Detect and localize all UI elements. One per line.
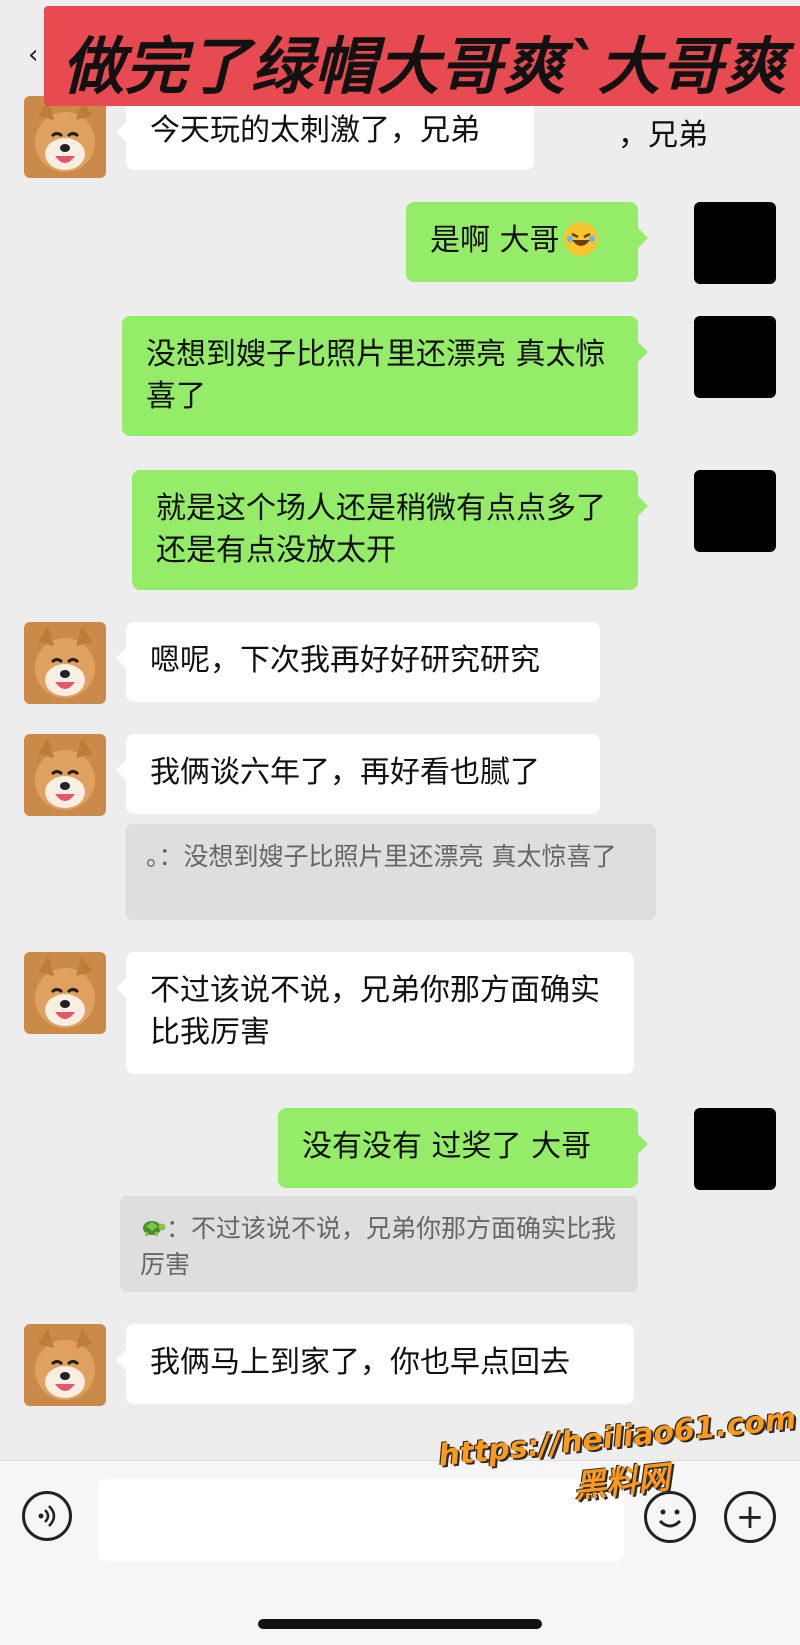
message-bubble-outgoing[interactable]: 没有没有 过奖了 大哥: [278, 1108, 648, 1188]
plus-icon[interactable]: +: [724, 1491, 776, 1543]
message-text-overflow: ，兄弟: [618, 118, 708, 153]
rolling-on-floor-laughing-emoji: [563, 222, 598, 256]
message-bubble-incoming[interactable]: 不过该说不说，兄弟你那方面确实比我厉害: [116, 952, 634, 1074]
quote-text: ：不过该说不说，兄弟你那方面确实比我厉害: [140, 1214, 617, 1279]
quote-sender: 。: [146, 842, 159, 871]
my-avatar[interactable]: [694, 470, 776, 552]
contact-avatar[interactable]: [24, 96, 106, 178]
quoted-message[interactable]: 。：没想到嫂子比照片里还漂亮 真太惊喜了: [126, 824, 656, 920]
message-bubble-incoming[interactable]: 今天玩的太刺激了，兄弟: [116, 96, 534, 170]
contact-avatar[interactable]: [24, 622, 106, 704]
message-text: 就是这个场人还是稍微有点点多了 还是有点没放太开: [156, 491, 606, 568]
message-bubble-outgoing[interactable]: 没想到嫂子比照片里还漂亮 真太惊喜了: [122, 316, 648, 436]
message-text: 我俩马上到家了，你也早点回去: [150, 1345, 570, 1380]
message-text: 不过该说不说，兄弟你那方面确实比我厉害: [150, 973, 600, 1050]
chevron-left-icon[interactable]: ‹: [28, 40, 38, 70]
message-text: 没想到嫂子比照片里还漂亮 真太惊喜了: [146, 337, 606, 414]
message-bubble-incoming[interactable]: 我俩谈六年了，再好看也腻了: [116, 734, 600, 814]
message-text: 没有没有 过奖了 大哥: [302, 1129, 592, 1164]
my-avatar[interactable]: [694, 316, 776, 398]
my-avatar[interactable]: [694, 202, 776, 284]
quoted-message[interactable]: ：不过该说不说，兄弟你那方面确实比我厉害: [120, 1196, 638, 1292]
message-text: 我俩谈六年了，再好看也腻了: [150, 755, 540, 790]
my-avatar[interactable]: [694, 1108, 776, 1190]
voice-icon[interactable]: [22, 1491, 72, 1541]
contact-avatar[interactable]: [24, 734, 106, 816]
turtle-emoji: [140, 1218, 166, 1243]
message-bubble-outgoing[interactable]: 是啊 大哥: [406, 202, 648, 282]
quote-text: ：没想到嫂子比照片里还漂亮 真太惊喜了: [158, 842, 617, 871]
home-indicator: [258, 1619, 542, 1629]
chat-area[interactable]: ‹ 做完了绿帽大哥爽`大哥爽 今天玩的太刺激了，兄弟 ，兄弟 是啊 大哥 没想到…: [0, 0, 800, 1460]
message-text: 今天玩的太刺激了，兄弟: [150, 113, 480, 148]
message-bubble-incoming[interactable]: 我俩马上到家了，你也早点回去: [116, 1324, 634, 1404]
contact-avatar[interactable]: [24, 1324, 106, 1406]
message-bubble-outgoing[interactable]: 就是这个场人还是稍微有点点多了 还是有点没放太开: [132, 470, 648, 590]
banner-title: 做完了绿帽大哥爽`大哥爽: [62, 30, 788, 103]
message-text: 是啊 大哥: [430, 223, 560, 258]
contact-avatar[interactable]: [24, 952, 106, 1034]
message-bubble-incoming[interactable]: 嗯呢，下次我再好好研究研究: [116, 622, 600, 702]
title-banner: 做完了绿帽大哥爽`大哥爽: [44, 6, 800, 106]
plus-glyph: +: [735, 1497, 765, 1537]
message-text: 嗯呢，下次我再好好研究研究: [150, 643, 540, 678]
